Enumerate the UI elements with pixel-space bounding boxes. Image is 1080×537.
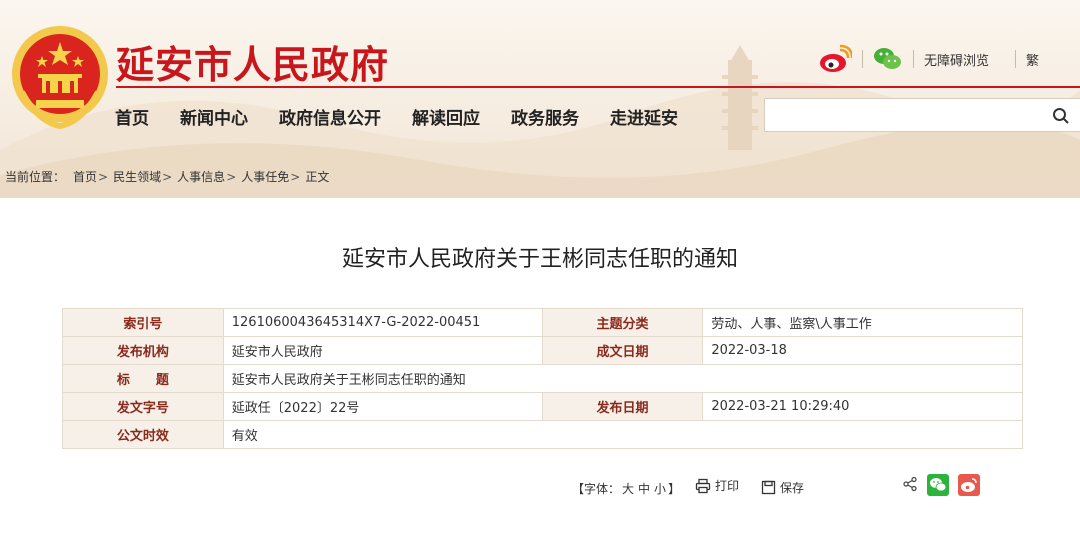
breadcrumb-current: 正文	[305, 170, 330, 184]
nav-item-services[interactable]: 政务服务	[511, 104, 579, 129]
meta-value-topic: 劳动、人事、监察\人事工作	[702, 308, 1023, 337]
meta-label-validity: 公文时效	[62, 420, 224, 449]
meta-label-published: 发布日期	[541, 392, 704, 421]
table-row: 标 题 延安市人民政府关于王彬同志任职的通知	[62, 364, 1024, 393]
weibo-icon[interactable]	[818, 44, 852, 74]
search-box	[764, 98, 1080, 132]
nav-item-news[interactable]: 新闻中心	[180, 104, 248, 129]
breadcrumb-separator: >	[98, 169, 109, 184]
breadcrumb-separator: >	[162, 169, 173, 184]
meta-value-publisher: 延安市人民政府	[222, 336, 543, 365]
nav-item-about[interactable]: 走进延安	[610, 104, 678, 129]
meta-value-title: 延安市人民政府关于王彬同志任职的通知	[222, 364, 1024, 393]
main-nav: 首页 新闻中心 政府信息公开 解读回应 政务服务 走进延安	[115, 104, 709, 129]
top-tools: 无障碍浏览 繁	[818, 44, 1039, 74]
table-row: 索引号 1261060043645314X7-G-2022-00451 主题分类…	[62, 308, 1023, 337]
share-icon[interactable]	[902, 476, 918, 492]
traditional-chinese-link[interactable]: 繁	[1026, 50, 1039, 69]
font-size-large[interactable]: 大	[622, 482, 634, 496]
title-divider	[116, 86, 1080, 88]
meta-value-index: 1261060043645314X7-G-2022-00451	[222, 308, 543, 337]
national-emblem	[12, 26, 108, 130]
search-icon[interactable]	[1052, 107, 1070, 125]
tool-divider	[1015, 50, 1017, 68]
print-label: 打印	[715, 479, 740, 493]
table-row: 公文时效 有效	[62, 420, 1024, 449]
article-tools: 【字体：大中小】 打印 保存	[0, 474, 1080, 500]
print-button[interactable]: 打印	[695, 477, 739, 494]
tool-divider	[862, 50, 863, 68]
meta-value-published: 2022-03-21 10:29:40	[702, 392, 1023, 421]
font-size-medium[interactable]: 中	[638, 482, 650, 496]
breadcrumb-separator: >	[290, 169, 301, 184]
font-size-suffix: 】	[668, 482, 681, 496]
meta-value-validity: 有效	[222, 420, 1024, 449]
meta-value-created: 2022-03-18	[702, 336, 1023, 365]
font-size-prefix: 【字体：	[572, 482, 621, 496]
table-row: 发布机构 延安市人民政府 成文日期 2022-03-18	[62, 336, 1023, 365]
meta-label-publisher: 发布机构	[62, 336, 224, 365]
font-size-small[interactable]: 小	[654, 482, 666, 496]
breadcrumb-separator: >	[226, 169, 237, 184]
breadcrumb-personnel-info[interactable]: 人事信息	[177, 168, 225, 185]
meta-label-topic: 主题分类	[541, 308, 704, 337]
article-title: 延安市人民政府关于王彬同志任职的通知	[341, 247, 738, 272]
nav-item-home[interactable]: 首页	[115, 104, 149, 129]
wechat-icon[interactable]	[873, 45, 903, 73]
meta-value-docno: 延政任〔2022〕22号	[222, 392, 543, 421]
site-title: 延安市人民政府	[116, 42, 390, 87]
save-label: 保存	[780, 481, 805, 495]
meta-label-created: 成文日期	[541, 336, 704, 365]
accessibility-link[interactable]: 无障碍浏览	[924, 50, 989, 69]
search-input[interactable]	[775, 105, 1035, 127]
breadcrumb-livelihood[interactable]: 民生领域	[113, 168, 161, 185]
tool-divider	[913, 50, 914, 68]
font-size-control: 【字体：大中小】	[572, 480, 680, 497]
nav-item-interpretation[interactable]: 解读回应	[412, 104, 480, 129]
share-weibo-icon[interactable]	[958, 474, 980, 496]
document-meta-table: 索引号 1261060043645314X7-G-2022-00451 主题分类…	[62, 308, 1024, 449]
meta-label-index: 索引号	[62, 308, 224, 337]
breadcrumb-prefix: 当前位置：	[5, 170, 66, 184]
meta-label-title: 标 题	[62, 364, 224, 393]
save-icon	[761, 480, 776, 495]
share-wechat-icon[interactable]	[927, 474, 949, 496]
header: 延安市人民政府 无障碍浏览 繁 首页 新闻中心 政府信息公开 解读回应 政务服务…	[0, 0, 1080, 198]
breadcrumb-home[interactable]: 首页	[73, 168, 97, 185]
printer-icon	[695, 478, 711, 493]
breadcrumb: 当前位置： 首页 > 民生领域 > 人事信息 > 人事任免 > 正文	[5, 168, 329, 185]
table-row: 发文字号 延政任〔2022〕22号 发布日期 2022-03-21 10:29:…	[62, 392, 1023, 421]
meta-label-docno: 发文字号	[62, 392, 224, 421]
nav-item-info-disclosure[interactable]: 政府信息公开	[279, 104, 381, 129]
breadcrumb-appointments[interactable]: 人事任免	[241, 168, 289, 185]
save-button[interactable]: 保存	[761, 479, 804, 496]
